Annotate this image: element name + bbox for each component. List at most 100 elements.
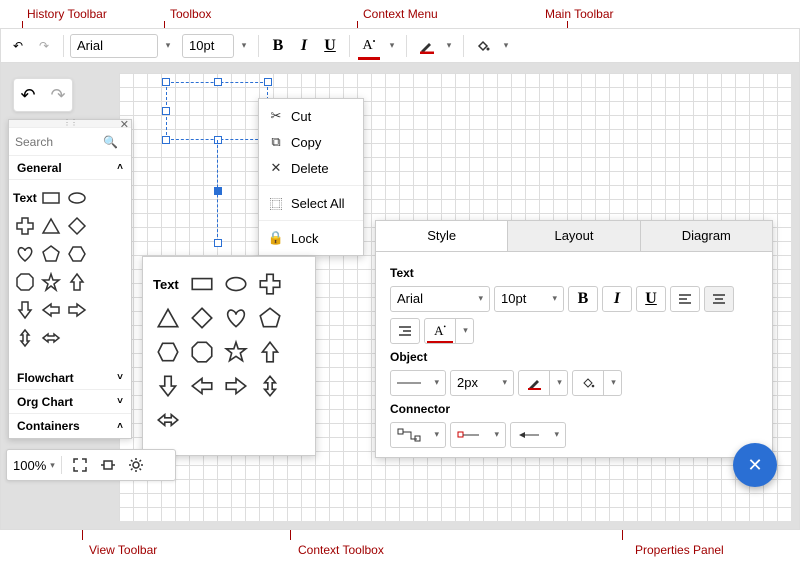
chevron-down-icon[interactable]: ▾ [603,371,621,395]
resize-handle[interactable] [214,78,222,86]
arrow-right-shape[interactable] [221,371,251,401]
star-shape[interactable] [39,270,63,294]
redo-button[interactable]: ↷ [31,33,57,59]
underline-button[interactable]: U [317,33,343,59]
arrow-leftright-shape[interactable] [39,326,63,350]
section-orgchart[interactable]: Org Chart˅ [9,390,131,414]
toolbox-drag-handle[interactable]: ✕ [9,120,131,128]
selected-rectangle[interactable] [166,82,268,140]
text-shape[interactable]: Text [13,191,37,205]
arrow-down-shape[interactable] [13,298,37,322]
prop-align-center[interactable] [704,286,734,312]
arrow-right-shape[interactable] [65,298,89,322]
ellipse-shape[interactable] [65,186,89,210]
star-shape[interactable] [221,337,251,367]
diamond-shape[interactable] [187,303,217,333]
pentagon-shape[interactable] [255,303,285,333]
fab-close-button[interactable]: ✕ [733,443,777,487]
diamond-shape[interactable] [65,214,89,238]
prop-stroke-width[interactable]: 2px▾ [450,370,514,396]
pentagon-shape[interactable] [39,242,63,266]
arrow-up-shape[interactable] [255,337,285,367]
settings-button[interactable] [124,453,148,477]
resize-handle[interactable] [264,78,272,86]
chevron-down-icon[interactable]: ▾ [455,319,473,343]
arrow-leftright-shape[interactable] [153,405,183,435]
connector-midpoint[interactable] [214,187,222,195]
search-input[interactable] [15,135,103,149]
zoom-select[interactable]: 100% ▾ [13,458,55,473]
cross-shape[interactable] [255,269,285,299]
resize-handle[interactable] [162,78,170,86]
search-icon[interactable]: 🔍 [103,135,118,149]
menu-select-all[interactable]: ⿴Select All [259,190,363,216]
heart-shape[interactable] [13,242,37,266]
menu-copy[interactable]: ⧉Copy [259,129,363,155]
font-size-caret[interactable]: ▾ [234,33,252,59]
tab-style[interactable]: Style [376,221,508,251]
stroke-color-caret[interactable]: ▾ [439,33,457,59]
prop-bold[interactable]: B [568,286,598,312]
text-shape[interactable]: Text [153,277,179,292]
triangle-shape[interactable] [39,214,63,238]
rectangle-shape[interactable] [39,186,63,210]
menu-cut[interactable]: ✂Cut [259,103,363,129]
bold-button[interactable]: B [265,33,291,59]
redo-button[interactable]: ↷ [45,82,71,108]
font-color-caret[interactable]: ▾ [382,33,400,59]
prop-line-start[interactable]: ▾ [450,422,506,448]
octagon-shape[interactable] [187,337,217,367]
autofit-button[interactable] [96,453,120,477]
close-icon[interactable]: ✕ [120,118,129,131]
menu-lock[interactable]: 🔒Lock [259,225,363,251]
prop-align-left[interactable] [670,286,700,312]
connector-endpoint[interactable] [214,239,222,247]
section-containers[interactable]: Containers˄ [9,414,131,438]
prop-connector-type[interactable]: ▾ [390,422,446,448]
cross-shape[interactable] [13,214,37,238]
prop-font-family[interactable]: Arial▾ [390,286,490,312]
arrow-down-shape[interactable] [153,371,183,401]
arrow-updown-shape[interactable] [255,371,285,401]
hexagon-shape[interactable] [65,242,89,266]
arrow-left-shape[interactable] [39,298,63,322]
rectangle-shape[interactable] [187,269,217,299]
undo-button[interactable]: ↶ [15,82,41,108]
font-size-select[interactable]: 10pt [182,34,234,58]
prop-align-right[interactable] [390,318,420,344]
prop-underline[interactable]: U [636,286,666,312]
menu-delete[interactable]: ✕Delete [259,155,363,181]
undo-button[interactable]: ↶ [5,33,31,59]
arrow-left-shape[interactable] [187,371,217,401]
stroke-color-button[interactable] [413,33,439,59]
font-family-select[interactable]: Arial [70,34,158,58]
resize-handle[interactable] [162,107,170,115]
prop-font-color[interactable]: A• ▾ [424,318,474,344]
triangle-shape[interactable] [153,303,183,333]
italic-button[interactable]: I [291,33,317,59]
fullscreen-button[interactable] [68,453,92,477]
section-general[interactable]: General˄ [9,156,131,180]
arrow-up-shape[interactable] [65,270,89,294]
prop-stroke-color[interactable]: ▾ [518,370,568,396]
heart-shape[interactable] [221,303,251,333]
prop-stroke-style[interactable]: ▾ [390,370,446,396]
octagon-shape[interactable] [13,270,37,294]
prop-fill-color[interactable]: ▾ [572,370,622,396]
prop-line-end[interactable]: ▾ [510,422,566,448]
font-color-button[interactable]: A• [356,33,382,59]
section-flowchart[interactable]: Flowchart˅ [9,366,131,390]
fill-color-button[interactable] [470,33,496,59]
tab-layout[interactable]: Layout [508,221,640,251]
fill-color-caret[interactable]: ▾ [496,33,514,59]
resize-handle[interactable] [214,136,222,144]
tab-diagram[interactable]: Diagram [641,221,772,251]
font-family-caret[interactable]: ▾ [158,33,176,59]
ellipse-shape[interactable] [221,269,251,299]
arrow-updown-shape[interactable] [13,326,37,350]
hexagon-shape[interactable] [153,337,183,367]
prop-font-size[interactable]: 10pt▾ [494,286,564,312]
chevron-down-icon[interactable]: ▾ [549,371,567,395]
prop-italic[interactable]: I [602,286,632,312]
resize-handle[interactable] [162,136,170,144]
